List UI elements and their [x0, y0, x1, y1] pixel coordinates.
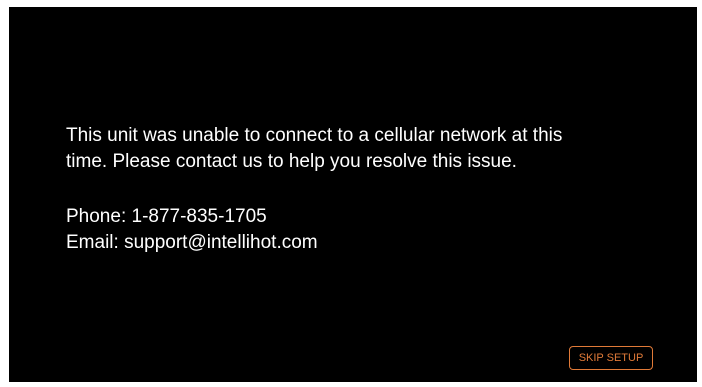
- error-message-line-2: time. Please contact us to help you reso…: [66, 151, 517, 172]
- skip-setup-button[interactable]: SKIP SETUP: [569, 346, 653, 370]
- error-message-line-1: This unit was unable to connect to a cel…: [66, 125, 563, 146]
- email-text: Email: support@intellihot.com: [66, 232, 318, 253]
- error-message: This unit was unable to connect to a cel…: [66, 123, 666, 175]
- setup-screen: This unit was unable to connect to a cel…: [9, 7, 697, 382]
- phone-text: Phone: 1-877-835-1705: [66, 206, 267, 227]
- contact-info: Phone: 1-877-835-1705 Email: support@int…: [66, 204, 318, 256]
